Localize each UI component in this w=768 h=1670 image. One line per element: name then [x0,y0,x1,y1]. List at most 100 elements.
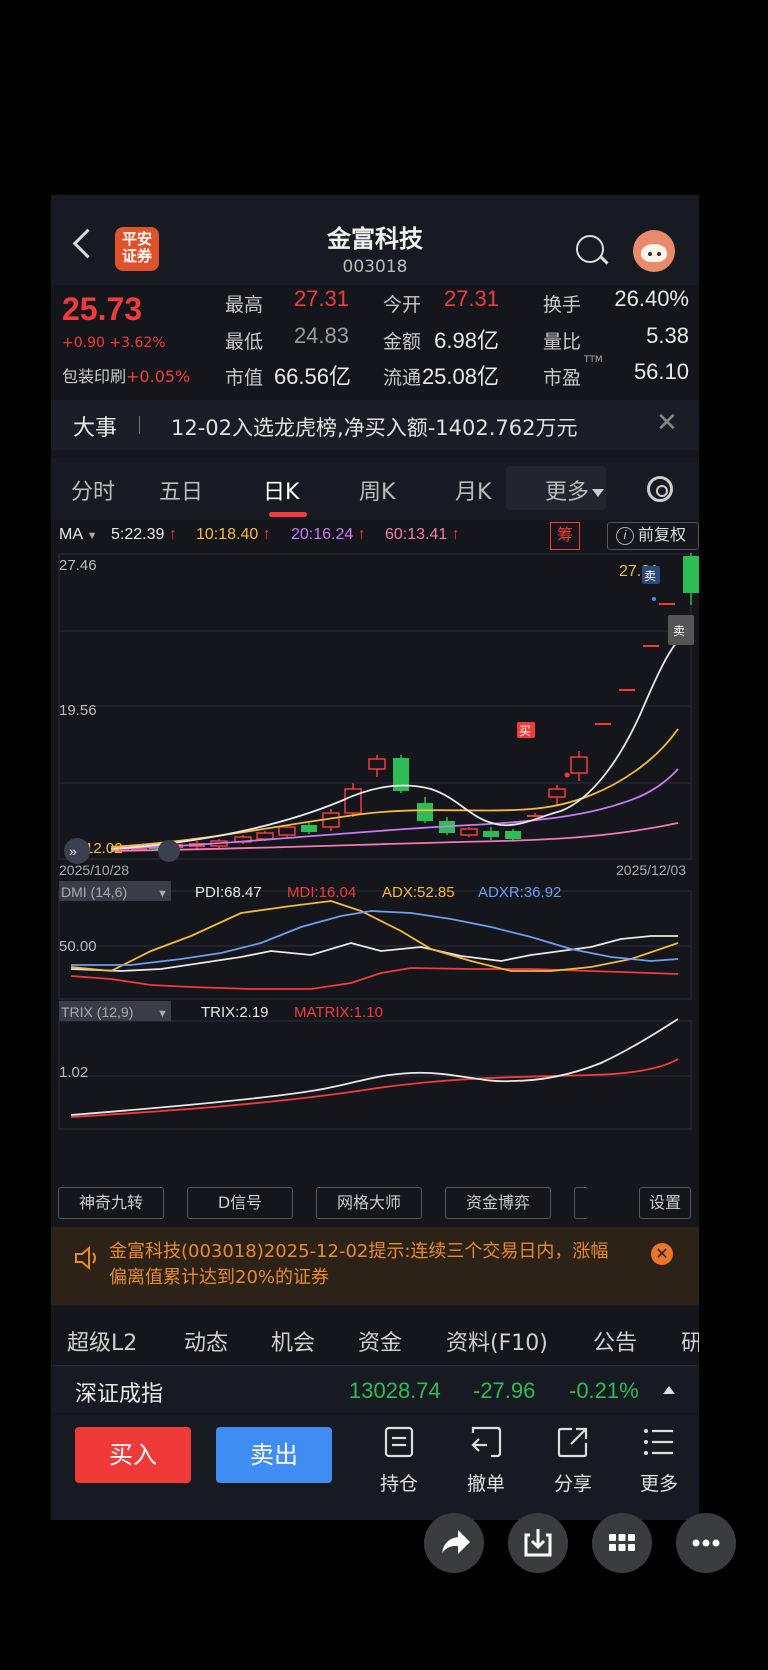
quote-value: 6.98亿 [434,328,499,353]
tab-daily-k[interactable]: 日K [263,474,299,506]
quote-label: 最低 [225,331,264,353]
ma5-value: 5:22.39 ↑ [111,526,177,544]
index-ticker[interactable]: 深证成指 13028.74 -27.96 -0.21% [51,1365,699,1413]
ellipsis-icon [692,1539,720,1547]
expand-up-icon[interactable] [663,1386,675,1394]
tab-intraday[interactable]: 分时 [71,474,115,506]
candles [113,553,699,853]
alert-banner[interactable]: 金富科技(003018)2025-12-02提示:连续三个交易日内，涨幅偏离值累… [51,1227,699,1305]
speaker-icon [75,1245,96,1271]
ma10-text: 10:18.40 [196,526,259,543]
quote-label: 市值 [225,367,264,389]
ma-selector[interactable]: MA ▼ [59,526,97,544]
tool-capital-game[interactable]: 资金博弈 [445,1187,551,1219]
tool-d-signal[interactable]: D信号 [187,1187,293,1219]
ma20-text: 20:16.24 [291,526,354,543]
more-button[interactable]: 更多 [624,1425,694,1496]
ma5-line [110,640,679,850]
candle-body [643,645,659,647]
gear-icon[interactable] [647,476,673,502]
tool-nine-turn[interactable]: 神奇九转 [58,1187,164,1219]
tab-f10[interactable]: 资料(F10) [446,1325,548,1357]
quote-value: 56.10 [633,359,689,384]
buy-mark: 买 [519,724,531,738]
info-tabs: 超级L2 动态 机会 资金 资料(F10) 公告 研 [51,1313,699,1365]
avatar[interactable] [633,230,675,272]
forward-icon [442,1530,470,1554]
tab-opportunity[interactable]: 机会 [271,1325,315,1357]
candlestick-chart[interactable]: 27.46 19.56 27.31 12.02 买 卖 卖 » 2025/10/… [51,551,699,1141]
candle-body [278,826,296,836]
cancel-order-button[interactable]: 撤单 [451,1425,521,1496]
scroll-left-icon[interactable] [64,838,90,864]
tab-more[interactable]: 更多 [545,474,605,506]
trix-value: TRIX:2.19 [201,1004,269,1021]
ma-legend: MA ▼ 5:22.39 ↑ 10:18.40 ↑ 20:16.24 ↑ 60:… [59,520,699,550]
tab-five-day[interactable]: 五日 [159,474,203,506]
candle-body [595,723,611,725]
positions-button[interactable]: 持仓 [364,1425,434,1496]
event-banner[interactable]: 大事 12-02入选龙虎榜,净买入额-1402.762万元 ✕ [51,400,699,450]
stock-detail-screen: 平安证券 金富科技 003018 25.73 +0.90 +3.62% 包装印刷… [51,195,699,1520]
quote-value: 27.31 [293,286,349,311]
active-tab-indicator [269,512,307,517]
tab-research[interactable]: 研 [681,1325,699,1357]
apps-button[interactable] [592,1513,652,1573]
mdi-line [70,967,679,990]
tab-news[interactable]: 动态 [184,1325,228,1357]
dmi-label: DMI (14,6) [61,884,127,900]
alert-text: 金富科技(003018)2025-12-02提示:连续三个交易日内，涨幅偏离值累… [109,1241,609,1288]
tab-weekly-k[interactable]: 周K [359,474,395,506]
quote-label: 市盈 [543,367,582,389]
document-icon [384,1426,414,1458]
tool-settings[interactable]: 设置 [639,1187,691,1219]
candle-body [505,831,521,839]
forward-button[interactable] [424,1513,484,1573]
share-button[interactable]: 分享 [538,1425,608,1496]
chip-distribution-button[interactable]: 筹 [550,522,580,550]
adxr-line [71,910,679,966]
trix-label: TRIX (12,9) [61,1004,133,1020]
sell-button[interactable]: 卖出 [216,1427,332,1483]
search-icon[interactable] [576,235,604,263]
tab-more-label: 更多 [545,480,590,505]
candle-body [256,832,274,840]
up-arrow-icon: ↑ [451,526,460,543]
close-icon[interactable]: ✕ [651,1243,673,1265]
buy-button[interactable]: 买入 [75,1427,191,1483]
end-date: 2025/12/03 [616,862,686,878]
header: 平安证券 金富科技 003018 [51,195,699,285]
candle-body [683,556,699,593]
candle-body [417,803,433,821]
chart-tabs: 分时 五日 日K 周K 月K 更多 [51,458,699,520]
event-tag: 大事 [73,416,118,441]
trix-main-line [70,1018,679,1116]
pdi-line [70,935,678,972]
ma-label: MA [59,526,83,543]
more-options-button[interactable] [676,1513,736,1573]
event-text: 12-02入选龙虎榜,净买入额-1402.762万元 [171,416,578,440]
undo-icon [471,1426,502,1458]
quote-value: 66.56亿 [273,364,351,389]
trix-level: 1.02 [59,1064,88,1081]
index-pct: -0.21% [569,1378,639,1403]
positions-label: 持仓 [379,1473,418,1495]
tool-partial[interactable] [574,1187,588,1219]
adxr-value: ADXR:36.92 [478,884,561,901]
tab-announcement[interactable]: 公告 [593,1325,637,1357]
menu-icon [644,1429,673,1455]
adx-value: ADX:52.85 [382,884,455,901]
download-button[interactable] [508,1513,568,1573]
quote-value: 24.83 [293,323,349,348]
tab-capital[interactable]: 资金 [358,1325,402,1357]
fullscreen-icon[interactable] [158,840,180,862]
sector-change[interactable]: 包装印刷+0.05% [62,363,190,387]
adjust-mode-button[interactable]: 前复权 [607,522,699,550]
tab-super-l2[interactable]: 超级L2 [67,1325,137,1357]
matrix-value: MATRIX:1.10 [294,1004,383,1021]
close-icon[interactable]: ✕ [656,408,678,438]
index-change: -27.96 [473,1378,536,1403]
tool-grid-master[interactable]: 网格大师 [316,1187,422,1219]
y-max-label: 27.46 [59,557,97,574]
tab-monthly-k[interactable]: 月K [455,474,491,506]
